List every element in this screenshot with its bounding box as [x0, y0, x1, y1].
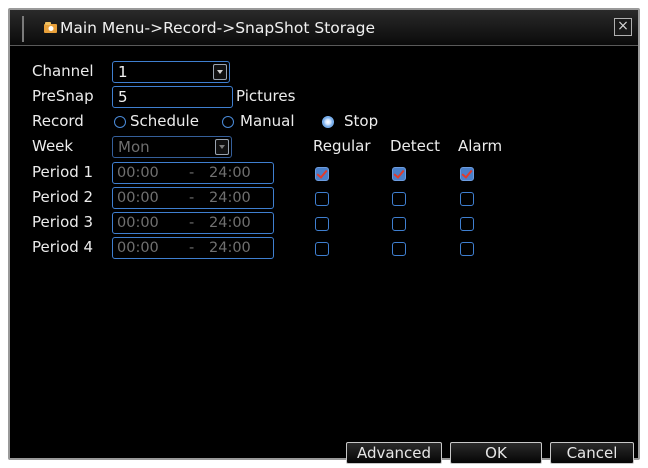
- channel-label: Channel: [32, 62, 94, 80]
- checkbox-regular[interactable]: [315, 217, 329, 231]
- channel-select[interactable]: 1: [112, 61, 230, 83]
- radio-schedule-label: Schedule: [130, 112, 199, 130]
- checkbox-regular[interactable]: [315, 192, 329, 206]
- period-time-field[interactable]: 00:00 - 24:00: [112, 187, 274, 209]
- checkbox-detect[interactable]: [392, 242, 406, 256]
- presnap-value: 5: [118, 88, 128, 106]
- presnap-input[interactable]: 5: [112, 86, 233, 108]
- radio-manual[interactable]: [222, 116, 234, 128]
- period-label: Period 2: [32, 188, 94, 206]
- checkbox-alarm[interactable]: [460, 242, 474, 256]
- checkbox-alarm[interactable]: [460, 167, 474, 181]
- period-time-field[interactable]: 00:00 - 24:00: [112, 162, 274, 184]
- period-start: 00:00: [117, 165, 159, 181]
- checkbox-alarm[interactable]: [460, 217, 474, 231]
- period-end: 24:00: [209, 165, 251, 181]
- close-button[interactable]: ×: [614, 18, 632, 36]
- window-title: Main Menu->Record->SnapShot Storage: [60, 19, 375, 37]
- column-regular: Regular: [313, 137, 371, 155]
- column-detect: Detect: [390, 137, 441, 155]
- period-time-field[interactable]: 00:00 - 24:00: [112, 212, 274, 234]
- column-alarm: Alarm: [458, 137, 503, 155]
- week-value: Mon: [118, 138, 150, 156]
- close-icon: ×: [617, 18, 629, 34]
- period-end: 24:00: [209, 215, 251, 231]
- radio-stop-label: Stop: [344, 112, 379, 130]
- advanced-button[interactable]: Advanced: [346, 442, 442, 464]
- checkbox-detect[interactable]: [392, 192, 406, 206]
- period-separator: -: [189, 190, 195, 206]
- period-separator: -: [189, 165, 195, 181]
- checkbox-regular[interactable]: [315, 242, 329, 256]
- folder-camera-icon: [44, 22, 57, 33]
- chevron-down-icon: [215, 139, 229, 155]
- channel-value: 1: [118, 63, 128, 81]
- period-start: 00:00: [117, 215, 159, 231]
- week-select[interactable]: Mon: [112, 136, 232, 158]
- chevron-down-icon: [213, 64, 227, 80]
- title-bar: Main Menu->Record->SnapShot Storage ×: [10, 10, 638, 46]
- cancel-button[interactable]: Cancel: [550, 442, 634, 464]
- radio-manual-label: Manual: [240, 112, 295, 130]
- period-separator: -: [189, 240, 195, 256]
- period-label: Period 4: [32, 238, 94, 256]
- period-label: Period 3: [32, 213, 94, 231]
- presnap-unit: Pictures: [236, 87, 296, 105]
- week-label: Week: [32, 137, 74, 155]
- period-start: 00:00: [117, 190, 159, 206]
- checkbox-detect[interactable]: [392, 167, 406, 181]
- snapshot-storage-window: Main Menu->Record->SnapShot Storage × Ch…: [8, 8, 640, 464]
- record-label: Record: [32, 112, 84, 130]
- checkbox-alarm[interactable]: [460, 192, 474, 206]
- checkbox-regular[interactable]: [315, 167, 329, 181]
- period-start: 00:00: [117, 240, 159, 256]
- period-label: Period 1: [32, 163, 94, 181]
- radio-schedule[interactable]: [114, 116, 126, 128]
- radio-stop[interactable]: [322, 116, 334, 128]
- period-end: 24:00: [209, 240, 251, 256]
- title-separator: [22, 16, 24, 42]
- period-separator: -: [189, 215, 195, 231]
- presnap-label: PreSnap: [32, 87, 94, 105]
- ok-button[interactable]: OK: [450, 442, 542, 464]
- checkbox-detect[interactable]: [392, 217, 406, 231]
- period-end: 24:00: [209, 190, 251, 206]
- period-time-field[interactable]: 00:00 - 24:00: [112, 237, 274, 259]
